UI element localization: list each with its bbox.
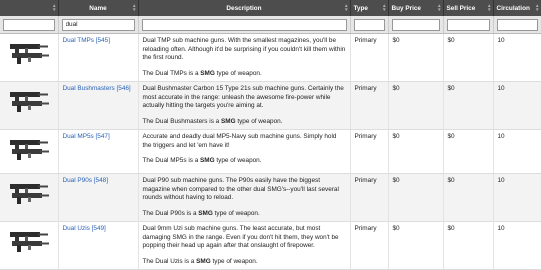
item-name-cell: Dual TMPs [545] xyxy=(58,33,139,82)
item-description-cell: Dual 9mm Uzi sub machine guns. The least… xyxy=(138,221,351,270)
sort-icon: ▴ ▾ xyxy=(487,3,491,13)
item-description-cell: Dual TMP sub machine guns. With the smal… xyxy=(138,33,351,82)
column-header-sell-price[interactable]: Sell Price ▴ ▾ xyxy=(443,0,494,16)
filter-buy-price-input[interactable] xyxy=(391,18,440,31)
item-type-cell: Primary xyxy=(350,33,389,82)
item-name-cell: Dual Uzis [549] xyxy=(58,221,139,270)
table-row: Dual Bushmasters [546] Dual Bushmaster C… xyxy=(0,81,541,130)
item-type-note: The Dual P90s is a SMG type of weapon. xyxy=(142,209,260,217)
item-description: Dual P90 sub machine guns. The P90s easi… xyxy=(142,177,339,201)
item-sell-price-cell: $0 xyxy=(443,221,494,270)
item-image-cell xyxy=(0,129,59,174)
gun-thumbnail-icon xyxy=(9,140,49,160)
gun-thumbnail-icon xyxy=(9,92,49,112)
sort-icon: ▴ ▾ xyxy=(132,3,136,13)
item-name-cell: Dual MP5s [547] xyxy=(58,129,139,174)
items-table: ▴ ▾ Name ▴ ▾ Description ▴ ▾ Type ▴ ▾ Buy Price… xyxy=(0,0,541,270)
table-row: Dual P90s [548] Dual P90 sub machine gun… xyxy=(0,173,541,222)
item-buy-price-cell: $0 xyxy=(388,173,444,222)
sort-icon: ▴ ▾ xyxy=(382,3,386,13)
filter-name-input[interactable] xyxy=(61,18,135,31)
item-name-link[interactable]: Dual MP5s [547] xyxy=(63,133,110,140)
sort-icon: ▴ ▾ xyxy=(52,3,56,13)
sort-icon: ▴ ▾ xyxy=(535,3,539,13)
item-description: Accurate and deadly dual MP5-Navy sub ma… xyxy=(142,133,337,149)
item-description-cell: Dual P90 sub machine guns. The P90s easi… xyxy=(138,173,351,222)
filter-sell-price-input[interactable] xyxy=(446,18,490,31)
column-header-name[interactable]: Name ▴ ▾ xyxy=(58,0,139,16)
item-image-cell xyxy=(0,221,59,270)
item-description: Dual Bushmaster Carbon 15 Type 21s sub m… xyxy=(142,85,344,109)
item-circulation-cell: 10 xyxy=(493,129,541,174)
item-description: Dual TMP sub machine guns. With the smal… xyxy=(142,37,346,61)
column-header-buy-price[interactable]: Buy Price ▴ ▾ xyxy=(388,0,444,16)
item-image-cell xyxy=(0,33,59,82)
filter-type-input[interactable] xyxy=(353,18,385,31)
column-header-description[interactable]: Description ▴ ▾ xyxy=(138,0,351,16)
table-row: Dual Uzis [549] Dual 9mm Uzi sub machine… xyxy=(0,221,541,270)
filter-image-input[interactable] xyxy=(3,18,55,31)
item-buy-price-cell: $0 xyxy=(388,221,444,270)
item-buy-price-cell: $0 xyxy=(388,129,444,174)
item-type-note: The Dual Uzis is a SMG type of weapon. xyxy=(142,257,258,265)
header-row: ▴ ▾ Name ▴ ▾ Description ▴ ▾ Type ▴ ▾ Buy Price… xyxy=(0,0,541,16)
item-buy-price-cell: $0 xyxy=(388,81,444,130)
item-type-cell: Primary xyxy=(350,173,389,222)
item-type-cell: Primary xyxy=(350,221,389,270)
item-name-cell: Dual Bushmasters [546] xyxy=(58,81,139,130)
sort-icon: ▴ ▾ xyxy=(344,3,348,13)
item-type-note: The Dual MP5s is a SMG type of weapon. xyxy=(142,157,262,164)
item-sell-price-cell: $0 xyxy=(443,129,494,174)
item-type-cell: Primary xyxy=(350,129,389,174)
table-row: Dual MP5s [547] Accurate and deadly dual… xyxy=(0,129,541,174)
item-sell-price-cell: $0 xyxy=(443,173,494,222)
column-header-circulation[interactable]: Circulation ▴ ▾ xyxy=(493,0,541,16)
column-header-image[interactable]: ▴ ▾ xyxy=(0,0,59,16)
item-name-link[interactable]: Dual TMPs [545] xyxy=(63,37,110,44)
item-description-cell: Dual Bushmaster Carbon 15 Type 21s sub m… xyxy=(138,81,351,130)
item-circulation-cell: 10 xyxy=(493,33,541,82)
item-circulation-cell: 10 xyxy=(493,173,541,222)
item-name-link[interactable]: Dual P90s [548] xyxy=(63,177,108,184)
filter-circulation-input[interactable] xyxy=(496,18,538,31)
item-description-cell: Accurate and deadly dual MP5-Navy sub ma… xyxy=(138,129,351,174)
item-image-cell xyxy=(0,173,59,222)
gun-thumbnail-icon xyxy=(9,44,49,64)
item-name-link[interactable]: Dual Uzis [549] xyxy=(63,225,106,232)
item-type-cell: Primary xyxy=(350,81,389,130)
item-name-cell: Dual P90s [548] xyxy=(58,173,139,222)
item-circulation-cell: 10 xyxy=(493,81,541,130)
item-sell-price-cell: $0 xyxy=(443,81,494,130)
item-sell-price-cell: $0 xyxy=(443,33,494,82)
item-buy-price-cell: $0 xyxy=(388,33,444,82)
sort-icon: ▴ ▾ xyxy=(437,3,441,13)
item-description: Dual 9mm Uzi sub machine guns. The least… xyxy=(142,225,339,249)
item-image-cell xyxy=(0,81,59,130)
column-header-type[interactable]: Type ▴ ▾ xyxy=(350,0,389,16)
gun-thumbnail-icon xyxy=(9,232,49,252)
item-type-note: The Dual Bushmasters is a SMG type of we… xyxy=(142,117,283,125)
gun-thumbnail-icon xyxy=(9,184,49,204)
item-type-note: The Dual TMPs is a SMG type of weapon. xyxy=(142,69,262,77)
item-circulation-cell: 10 xyxy=(493,221,541,270)
table-row: Dual TMPs [545] Dual TMP sub machine gun… xyxy=(0,33,541,82)
item-name-link[interactable]: Dual Bushmasters [546] xyxy=(63,85,131,92)
filter-row xyxy=(0,16,541,34)
filter-description-input[interactable] xyxy=(141,18,347,31)
